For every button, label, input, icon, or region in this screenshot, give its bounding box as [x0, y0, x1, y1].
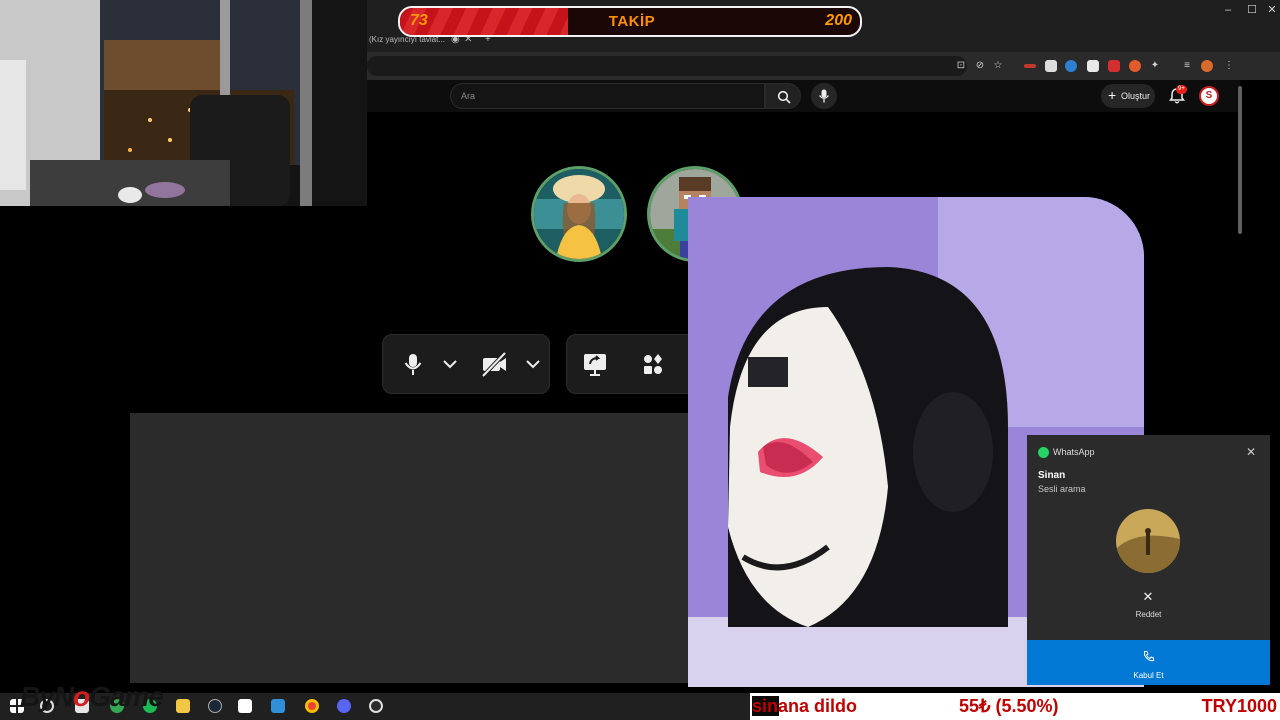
- watermark-text: ByN: [20, 681, 74, 712]
- puzzle-icon[interactable]: ✦: [1149, 60, 1161, 72]
- extension-icon[interactable]: [1024, 64, 1036, 68]
- discord-icon[interactable]: [337, 699, 351, 713]
- chevron-down-icon[interactable]: [518, 349, 548, 379]
- phone-icon: [1144, 651, 1154, 662]
- desktop-screen: – ☐ ✕ – ⧉ ✕ (Kız yayıncıyı tavlat... ◉ ✕…: [0, 0, 1280, 720]
- menu-kebab-icon[interactable]: ⋮: [1223, 60, 1235, 72]
- address-bar: ⊡ ⊘ ☆ ✦ ≡ ⋮: [367, 52, 1280, 80]
- caller-avatar: [1116, 509, 1180, 573]
- activities-icon[interactable]: [638, 349, 668, 379]
- call-type: Sesli arama: [1038, 484, 1086, 494]
- store-icon[interactable]: [238, 699, 252, 713]
- minimize-icon[interactable]: –: [1220, 3, 1236, 17]
- obs-icon[interactable]: [369, 699, 383, 713]
- screen-share-icon[interactable]: [580, 349, 610, 379]
- bookmark-star-icon[interactable]: ☆: [992, 60, 1004, 72]
- caller-name: Sinan: [1038, 470, 1066, 481]
- steam-icon[interactable]: [208, 699, 222, 713]
- photos-icon[interactable]: [271, 699, 285, 713]
- notification-app-name: WhatsApp: [1053, 447, 1095, 457]
- maximize-icon[interactable]: ☐: [1244, 3, 1260, 17]
- room-webcam-image: [0, 0, 367, 206]
- follow-goal-target: 200: [825, 12, 852, 29]
- close-icon[interactable]: ✕: [1244, 445, 1258, 459]
- search-input[interactable]: [450, 83, 765, 109]
- whatsapp-call-notification: WhatsApp ✕ Sinan Sesli arama ✕ Reddet Ka…: [1027, 435, 1270, 685]
- extension-icon[interactable]: [1108, 60, 1120, 72]
- camera-off-icon[interactable]: [479, 349, 509, 379]
- donation-total: TRY1000: [1201, 696, 1277, 716]
- watermark-o: o: [73, 681, 90, 712]
- donation-message-hl: si: [752, 696, 768, 716]
- microphone-icon: [818, 89, 830, 103]
- close-icon[interactable]: ✕: [1264, 3, 1280, 17]
- watermark-text-2: Game: [89, 681, 164, 712]
- accept-label: Kabul Et: [1133, 671, 1164, 680]
- donation-message-body: nana dildo: [767, 696, 858, 716]
- site-header: + Oluştur 9+: [367, 80, 1240, 112]
- participant-photo: [534, 169, 624, 259]
- file-explorer-icon[interactable]: [176, 699, 190, 713]
- microphone-icon[interactable]: [398, 349, 428, 379]
- decline-label[interactable]: Reddet: [1027, 610, 1270, 619]
- participant-avatar-girl[interactable]: [531, 166, 627, 262]
- install-icon[interactable]: ⊡: [955, 60, 967, 72]
- follow-goal-label: TAKİP: [608, 13, 656, 30]
- media-controls: [382, 334, 550, 394]
- eye-off-icon[interactable]: ⊘: [974, 60, 986, 72]
- extension-icon[interactable]: [1045, 60, 1057, 72]
- notification-badge: 9+: [1176, 85, 1187, 94]
- channel-avatar[interactable]: [1199, 86, 1219, 106]
- page-scrollbar[interactable]: [1238, 86, 1242, 234]
- reading-list-icon[interactable]: ≡: [1181, 60, 1193, 72]
- url-field[interactable]: [367, 56, 967, 76]
- whatsapp-icon: [1038, 447, 1049, 458]
- extension-icon[interactable]: [1087, 60, 1099, 72]
- create-label: Oluştur: [1121, 91, 1151, 101]
- follow-goal-bar: 73 TAKİP 200: [398, 6, 862, 37]
- profile-icon[interactable]: [1201, 60, 1213, 72]
- donation-amount: 55₺ (5.50%): [959, 696, 1059, 716]
- create-button[interactable]: + Oluştur: [1101, 84, 1155, 108]
- search-icon: [777, 90, 791, 104]
- bynogame-watermark: ByNoGame: [20, 681, 164, 713]
- accept-call-button[interactable]: Kabul Et: [1027, 640, 1270, 685]
- voice-search-button[interactable]: [811, 83, 837, 109]
- room-webcam-feed: [0, 0, 367, 206]
- chrome-active-icon[interactable]: [305, 699, 319, 713]
- donation-message: sinana dildo: [752, 696, 857, 717]
- extension-icon[interactable]: [1129, 60, 1141, 72]
- plus-icon: +: [1108, 87, 1117, 103]
- caller-photo: [1116, 509, 1180, 573]
- extension-icon[interactable]: [1065, 60, 1077, 72]
- donation-ticker: sinana dildo 55₺ (5.50%) TRY1000: [750, 693, 1280, 720]
- decline-icon[interactable]: ✕: [1138, 589, 1158, 605]
- chevron-down-icon[interactable]: [435, 349, 465, 379]
- search-button[interactable]: [765, 83, 801, 109]
